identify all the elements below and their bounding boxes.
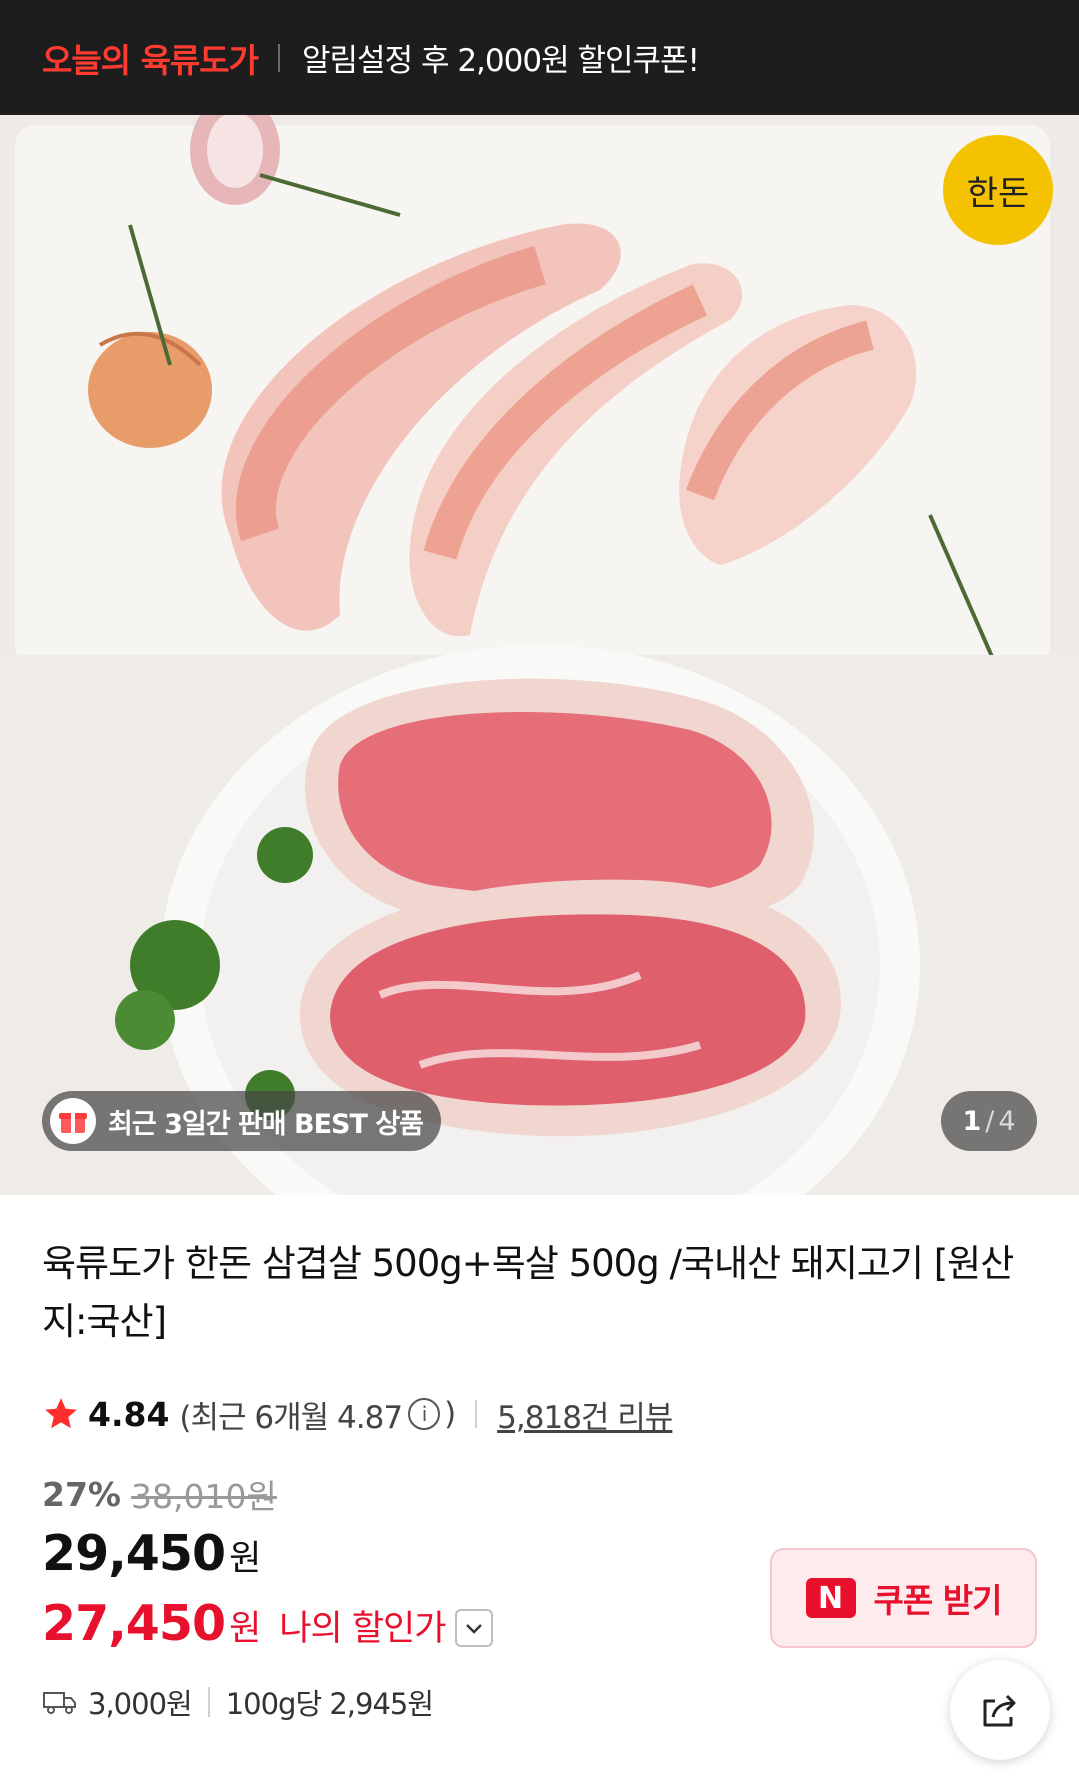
promo-banner[interactable]: 오늘의 육류도가 알림설정 후 2,000원 할인쿠폰! (0, 0, 1079, 115)
discount-percent: 27% (42, 1474, 121, 1514)
original-price: 38,010원 (131, 1477, 277, 1516)
image-page-indicator: 1 / 4 (941, 1091, 1037, 1151)
promo-message: 알림설정 후 2,000원 할인쿠폰! (302, 43, 700, 79)
truck-icon (43, 1692, 76, 1714)
shipping-fee: 3,000원 (88, 1687, 193, 1721)
recent-rating-close: ) (444, 1396, 456, 1432)
info-icon[interactable]: i (408, 1398, 441, 1430)
page-separator: / (985, 1105, 995, 1137)
n-logo-icon: N (805, 1578, 856, 1618)
share-button[interactable] (950, 1660, 1050, 1760)
sale-price-unit: 원 (229, 1539, 262, 1579)
store-name: 오늘의 육류도가 (42, 40, 259, 80)
review-count-link[interactable]: 5,818건 리뷰 (497, 1392, 673, 1437)
product-image-gallery[interactable]: 한돈 최근 3일간 판매 BEST 상품 1 / 4 (0, 115, 1079, 1195)
gift-icon (50, 1098, 96, 1144)
total-pages: 4 (998, 1105, 1016, 1137)
best-seller-badge: 최근 3일간 판매 BEST 상품 (42, 1091, 441, 1151)
recent-rating: (최근 6개월 4.87 i ) (179, 1392, 456, 1437)
shipping-info: 3,000원 100g당 2,945원 (42, 1680, 434, 1724)
rating-row: 4.84 (최근 6개월 4.87 i ) 5,818건 리뷰 (42, 1392, 673, 1437)
product-title: 육류도가 한돈 삼겹살 500g+목살 500g /국내산 돼지고기 [원산지:… (42, 1242, 1014, 1343)
coupon-button-label: 쿠폰 받기 (873, 1581, 1003, 1620)
recent-rating-text: (최근 6개월 4.87 (179, 1399, 403, 1436)
my-discount-price: 27,450 원 나의 할인가 (42, 1595, 494, 1652)
coupon-download-button[interactable]: N 쿠폰 받기 (770, 1548, 1037, 1648)
product-photos: 한돈 (0, 115, 1079, 1195)
share-icon (983, 1694, 1016, 1727)
chevron-down-icon[interactable] (455, 1608, 494, 1647)
unit-price: 100g당 2,945원 (225, 1687, 434, 1721)
current-page: 1 (962, 1105, 982, 1137)
my-price-unit: 원 (229, 1609, 262, 1649)
sale-price-number: 29,450 (42, 1525, 226, 1582)
brand-logo: 한돈 (967, 174, 1030, 214)
banner-divider (278, 43, 281, 72)
my-price-label: 나의 할인가 (279, 1609, 446, 1649)
best-badge-text: 최근 3일간 판매 BEST 상품 (108, 1108, 424, 1140)
rating-divider (475, 1400, 478, 1428)
my-price-number: 27,450 (42, 1595, 226, 1652)
star-icon (45, 1398, 77, 1429)
rating-score: 4.84 (88, 1394, 170, 1434)
shipping-divider (207, 1687, 210, 1717)
discount-row: 27% 38,010원 (42, 1470, 277, 1518)
sale-price: 29,450 원 (42, 1525, 261, 1582)
